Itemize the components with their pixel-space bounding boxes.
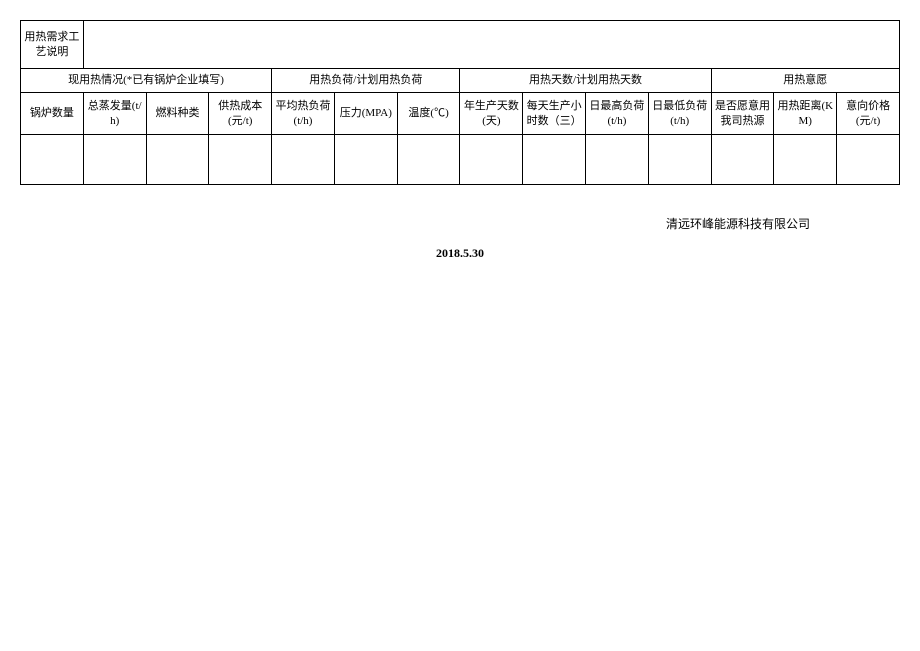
group-heat-intention: 用热意愿: [711, 69, 899, 93]
note-label: 用热需求工艺说明: [21, 21, 84, 69]
cell-min-load: [648, 135, 711, 185]
col-heat-distance: 用热距离(KM): [774, 93, 837, 135]
cell-fuel-type: [146, 135, 209, 185]
col-pressure: 压力(MPA): [334, 93, 397, 135]
col-prod-days: 年生产天数(天): [460, 93, 523, 135]
cell-max-load: [586, 135, 649, 185]
col-total-evap: 总蒸发量(t/h): [83, 93, 146, 135]
cell-heat-distance: [774, 135, 837, 185]
cell-pressure: [334, 135, 397, 185]
col-min-load: 日最低负荷(t/h): [648, 93, 711, 135]
document-date: 2018.5.30: [20, 246, 900, 261]
col-intended-price: 意向价格(元/t): [837, 93, 900, 135]
company-name: 清远环峰能源科技有限公司: [20, 215, 900, 232]
group-current-heat: 现用热情况(*已有锅炉企业填写): [21, 69, 272, 93]
col-heat-cost: 供热成本(元/t): [209, 93, 272, 135]
cell-total-evap: [83, 135, 146, 185]
cell-temperature: [397, 135, 460, 185]
cell-heat-cost: [209, 135, 272, 185]
col-avg-load: 平均热负荷(t/h): [272, 93, 335, 135]
col-boiler-count: 锅炉数量: [21, 93, 84, 135]
cell-boiler-count: [21, 135, 84, 185]
group-heat-load: 用热负荷/计划用热负荷: [272, 69, 460, 93]
group-heat-days: 用热天数/计划用热天数: [460, 69, 711, 93]
col-willingness: 是否愿意用我司热源: [711, 93, 774, 135]
table-row: [21, 135, 900, 185]
heat-survey-table: 用热需求工艺说明 现用热情况(*已有锅炉企业填写) 用热负荷/计划用热负荷 用热…: [20, 20, 900, 185]
cell-willingness: [711, 135, 774, 185]
col-temperature: 温度(℃): [397, 93, 460, 135]
cell-intended-price: [837, 135, 900, 185]
note-value: [83, 21, 899, 69]
col-max-load: 日最高负荷(t/h): [586, 93, 649, 135]
cell-avg-load: [272, 135, 335, 185]
col-prod-hours: 每天生产小时数（三）: [523, 93, 586, 135]
cell-prod-hours: [523, 135, 586, 185]
cell-prod-days: [460, 135, 523, 185]
col-fuel-type: 燃料种类: [146, 93, 209, 135]
